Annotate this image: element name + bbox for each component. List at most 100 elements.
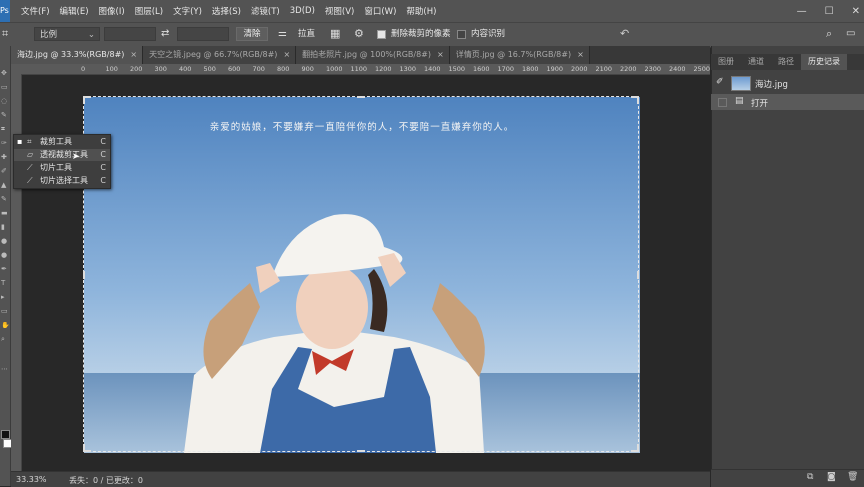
ruler-tick: 700 bbox=[252, 65, 265, 73]
menu-view[interactable]: 视图(V) bbox=[320, 5, 359, 17]
ruler-tick: 2000 bbox=[571, 65, 588, 73]
search-icon[interactable]: ⌕ bbox=[826, 27, 840, 41]
crop-handle-tl-v[interactable] bbox=[83, 96, 85, 104]
app-logo: Ps bbox=[0, 0, 10, 22]
ruler-tick: 600 bbox=[228, 65, 241, 73]
tab-label: 天空之镜.jpeg @ 66.7%(RGB/8#) bbox=[149, 50, 278, 59]
minimize-icon[interactable]: — bbox=[797, 6, 807, 17]
eraser-tool-icon[interactable]: ▬ bbox=[1, 210, 9, 216]
crop-tool-preset-icon[interactable]: ⌗ bbox=[2, 27, 20, 41]
history-brush-tool-icon[interactable]: ✎ bbox=[1, 196, 9, 202]
close-window-icon[interactable]: ✕ bbox=[852, 6, 860, 17]
flyout-item-perspective-crop[interactable]: ▱ 透视裁剪工具 C ➤ bbox=[14, 149, 110, 162]
type-tool-icon[interactable]: T bbox=[1, 280, 9, 286]
crop-handle-bl-v[interactable] bbox=[83, 444, 85, 452]
tab-paths[interactable]: 路径 bbox=[771, 54, 801, 70]
move-tool-icon[interactable]: ✥ bbox=[1, 70, 9, 76]
crop-handle-left[interactable] bbox=[83, 271, 85, 279]
zoom-level[interactable]: 33.33% bbox=[16, 475, 47, 484]
crop-handle-bottom[interactable] bbox=[357, 450, 365, 452]
history-snapshot[interactable]: ✐ 海边.jpg bbox=[711, 74, 864, 92]
crop-tool-icon[interactable]: ⌗ bbox=[1, 126, 9, 132]
trash-icon[interactable]: 🗑 bbox=[847, 472, 858, 482]
blur-tool-icon[interactable]: ● bbox=[1, 238, 9, 244]
flyout-label: 切片选择工具 bbox=[40, 176, 88, 185]
ruler-tick: 100 bbox=[105, 65, 118, 73]
menu-edit[interactable]: 编辑(E) bbox=[55, 5, 94, 17]
flyout-item-slice[interactable]: ⟋ 切片工具 C bbox=[14, 162, 110, 174]
overlay-grid-icon[interactable]: ▦ bbox=[330, 27, 346, 41]
foreground-color-swatch[interactable] bbox=[1, 430, 10, 439]
maximize-icon[interactable]: ☐ bbox=[825, 6, 834, 17]
clear-button[interactable]: 清除 bbox=[236, 27, 268, 41]
path-select-tool-icon[interactable]: ▸ bbox=[1, 294, 9, 300]
crop-handle-tr-v[interactable] bbox=[637, 96, 639, 104]
dodge-tool-icon[interactable]: ● bbox=[1, 252, 9, 258]
crop-handle-right[interactable] bbox=[637, 271, 639, 279]
menu-3d[interactable]: 3D(D) bbox=[285, 6, 320, 16]
tab-doc-2[interactable]: 天空之镜.jpeg @ 66.7%(RGB/8#) × bbox=[143, 46, 297, 64]
content-aware-checkbox[interactable] bbox=[457, 30, 466, 39]
flyout-item-slice-select[interactable]: ⟋ 切片选择工具 C bbox=[14, 175, 110, 187]
tab-channels[interactable]: 通道 bbox=[741, 54, 771, 70]
marquee-tool-icon[interactable]: ▭ bbox=[1, 84, 9, 90]
menu-image[interactable]: 图像(I) bbox=[94, 5, 130, 17]
crop-handle-br-v[interactable] bbox=[637, 444, 639, 452]
quick-select-tool-icon[interactable]: ✎ bbox=[1, 112, 9, 118]
menu-file[interactable]: 文件(F) bbox=[16, 5, 55, 17]
ruler-tick: 400 bbox=[179, 65, 192, 73]
document-tabs: 海边.jpg @ 33.3%(RGB/8#) × 天空之镜.jpeg @ 66.7… bbox=[11, 46, 710, 64]
close-icon[interactable]: × bbox=[283, 50, 290, 59]
close-icon[interactable]: × bbox=[130, 50, 137, 59]
tools-panel: ✥ ▭ ◌ ✎ ⌗ ✑ ✚ ✐ ▲ ✎ ▬ ▮ ● ● ✒ T ▸ ▭ ✋ ⌕ … bbox=[0, 46, 12, 486]
stamp-tool-icon[interactable]: ▲ bbox=[1, 182, 9, 188]
menu-filter[interactable]: 滤镜(T) bbox=[246, 5, 285, 17]
menu-help[interactable]: 帮助(H) bbox=[401, 5, 441, 17]
ruler-tick: 1500 bbox=[448, 65, 466, 73]
delete-pixels-checkbox[interactable] bbox=[377, 30, 386, 39]
menu-type[interactable]: 文字(Y) bbox=[168, 5, 207, 17]
brush-tool-icon[interactable]: ✐ bbox=[1, 168, 9, 174]
zoom-tool-icon[interactable]: ⌕ bbox=[1, 336, 9, 342]
eyedropper-tool-icon[interactable]: ✑ bbox=[1, 140, 9, 146]
pen-tool-icon[interactable]: ✒ bbox=[1, 266, 9, 272]
swap-icon[interactable]: ⇄ bbox=[161, 27, 173, 41]
healing-tool-icon[interactable]: ✚ bbox=[1, 154, 9, 160]
crop-box[interactable] bbox=[83, 96, 639, 452]
reset-icon[interactable]: ↶ bbox=[620, 27, 634, 41]
workspace-icon[interactable]: ▭ bbox=[846, 27, 860, 41]
history-state-checkbox[interactable] bbox=[718, 98, 727, 107]
document-icon: ▤ bbox=[735, 96, 744, 106]
close-icon[interactable]: × bbox=[577, 50, 584, 59]
ratio-select[interactable]: 比例 ⌄ bbox=[34, 27, 100, 41]
new-document-from-state-icon[interactable]: ⧉ bbox=[807, 472, 813, 482]
crop-icon: ⌗ bbox=[27, 137, 32, 146]
close-icon[interactable]: × bbox=[437, 50, 444, 59]
tab-doc-1[interactable]: 海边.jpg @ 33.3%(RGB/8#) × bbox=[11, 46, 144, 64]
tab-history[interactable]: 历史记录 bbox=[801, 54, 847, 70]
gradient-tool-icon[interactable]: ▮ bbox=[1, 224, 9, 230]
edit-toolbar-icon[interactable]: ⋯ bbox=[1, 366, 9, 372]
tab-layers[interactable]: 图册 bbox=[711, 54, 741, 70]
tab-doc-3[interactable]: 翻拍老照片.jpg @ 100%(RGB/8#) × bbox=[296, 46, 450, 64]
width-input[interactable] bbox=[104, 27, 156, 41]
history-state[interactable]: ▤ 打开 bbox=[711, 94, 864, 110]
menu-window[interactable]: 窗口(W) bbox=[359, 5, 401, 17]
camera-icon[interactable]: ◙ bbox=[827, 472, 836, 482]
crop-handle-top[interactable] bbox=[357, 96, 365, 98]
menu-layer[interactable]: 图层(L) bbox=[130, 5, 168, 17]
flyout-item-crop[interactable]: ▪ ⌗ 裁剪工具 C bbox=[14, 136, 110, 148]
flyout-label: 透视裁剪工具 bbox=[40, 150, 88, 159]
lasso-tool-icon[interactable]: ◌ bbox=[1, 98, 9, 104]
straighten-label[interactable]: 拉直 bbox=[298, 27, 320, 41]
menu-select[interactable]: 选择(S) bbox=[207, 5, 246, 17]
gear-icon[interactable]: ⚙ bbox=[354, 27, 368, 41]
straighten-icon[interactable]: ⚌ bbox=[278, 27, 292, 41]
hand-tool-icon[interactable]: ✋ bbox=[1, 322, 9, 328]
height-input[interactable] bbox=[177, 27, 229, 41]
tab-doc-4[interactable]: 详情页.jpg @ 16.7%(RGB/8#) × bbox=[449, 46, 590, 64]
slice-select-icon: ⟋ bbox=[27, 176, 33, 185]
snapshot-thumbnail bbox=[731, 76, 751, 91]
ruler-tick: 2300 bbox=[644, 65, 662, 73]
shape-tool-icon[interactable]: ▭ bbox=[1, 308, 9, 314]
